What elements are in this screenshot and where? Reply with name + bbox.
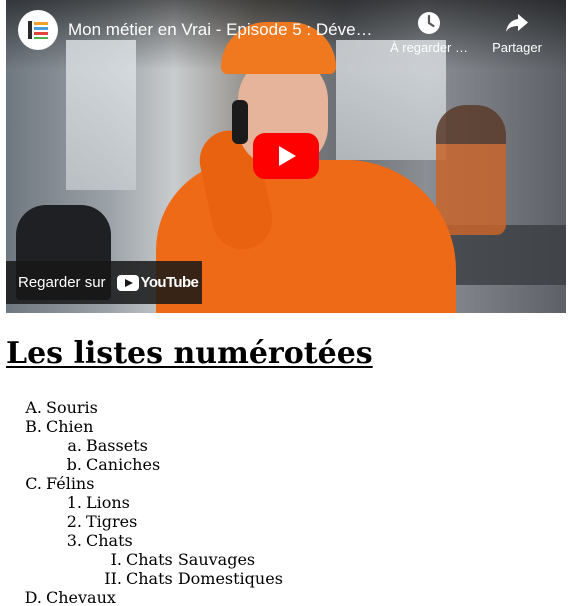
list-marker: 1.: [66, 493, 82, 512]
list-marker: A.: [25, 398, 42, 417]
list-item-label: Souris: [46, 398, 98, 417]
youtube-logo: YouTube: [116, 274, 199, 291]
watch-later-label: À regarder …: [389, 40, 469, 55]
list-marker: a.: [67, 436, 82, 455]
list-marker: C.: [25, 474, 42, 493]
list-item: D. Chevaux: [25, 588, 116, 606]
list-item-label: Félins: [46, 474, 95, 493]
list-item: b. Caniches: [67, 455, 161, 474]
list-item-label: Chats Sauvages: [126, 550, 256, 569]
page-title: Les listes numérotées: [6, 336, 373, 371]
list-item-label: Tigres: [86, 512, 138, 531]
list-marker: B.: [25, 417, 42, 436]
background-person: [436, 105, 506, 235]
list-item-label: Chats: [86, 531, 133, 550]
watch-later-button[interactable]: À regarder …: [386, 8, 472, 55]
list-item: I. Chats Sauvages: [111, 550, 256, 569]
list-item: A. Souris: [25, 398, 98, 417]
list-item-label: Chats Domestiques: [126, 569, 283, 588]
list-item: II. Chats Domestiques: [104, 569, 283, 588]
video-top-bar: Mon métier en Vrai - Episode 5 : Déve… À…: [6, 0, 566, 66]
share-arrow-icon: [506, 14, 528, 32]
list-item-label: Chien: [46, 417, 94, 436]
list-marker: II.: [104, 569, 122, 588]
youtube-logo-text: YouTube: [140, 274, 199, 291]
channel-logo-icon: [28, 21, 48, 39]
list-marker: 3.: [66, 531, 82, 550]
watch-on-youtube-button[interactable]: Regarder sur YouTube: [6, 261, 202, 304]
youtube-video-embed[interactable]: Mon métier en Vrai - Episode 5 : Déve… À…: [6, 0, 566, 313]
youtube-play-icon: [116, 274, 139, 291]
list-item-label: Bassets: [86, 436, 148, 455]
list-marker: 2.: [66, 512, 82, 531]
phone-handset: [232, 100, 248, 144]
share-label: Partager: [492, 40, 542, 55]
list-item: a. Bassets: [67, 436, 148, 455]
list-item: 3. Chats: [67, 531, 133, 550]
video-title[interactable]: Mon métier en Vrai - Episode 5 : Déve…: [68, 20, 380, 40]
list-item: B. Chien: [25, 417, 94, 436]
play-button[interactable]: [253, 133, 319, 179]
list-item: 1. Lions: [67, 493, 130, 512]
list-item-label: Caniches: [86, 455, 161, 474]
watch-on-label: Regarder sur: [18, 274, 106, 291]
list-item-label: Chevaux: [46, 588, 116, 606]
list-marker: I.: [110, 550, 122, 569]
channel-avatar[interactable]: [18, 10, 58, 50]
list-item: 2. Tigres: [67, 512, 138, 531]
list-marker: b.: [66, 455, 82, 474]
clock-icon: [418, 12, 440, 34]
list-item: C. Félins: [25, 474, 95, 493]
share-button[interactable]: Partager: [474, 8, 560, 55]
list-marker: D.: [24, 588, 42, 606]
list-item-label: Lions: [86, 493, 130, 512]
